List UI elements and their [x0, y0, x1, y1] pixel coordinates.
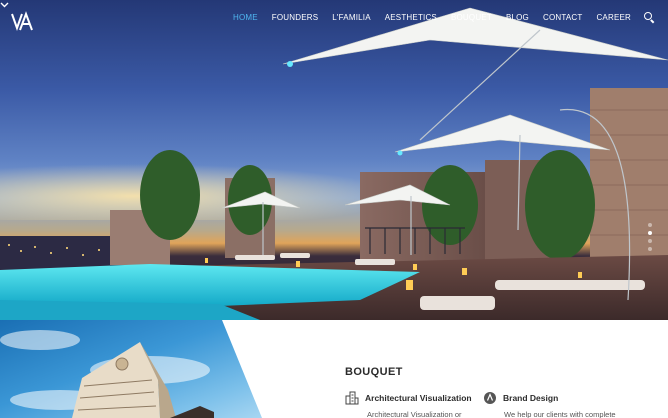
main-navigation: HOME FOUNDERS L'FAMILIA AESTHETICS BOUQU…: [219, 10, 654, 24]
section-title: BOUQUET: [345, 366, 403, 378]
service-description: Architectural Visualization or: [367, 410, 462, 418]
nav-item-blog[interactable]: BLOG: [506, 13, 529, 22]
service-brand-design[interactable]: Brand Design: [483, 391, 558, 405]
slider-dot-active[interactable]: [648, 231, 652, 235]
building-photo: [0, 320, 262, 418]
brand-icon: [484, 392, 496, 404]
nav-item-home[interactable]: HOME: [233, 13, 258, 22]
va-logo-icon: [11, 11, 33, 31]
service-title: Brand Design: [503, 393, 559, 403]
hero-rooftop-pool-image: [0, 7, 668, 320]
slider-dot[interactable]: [648, 247, 652, 251]
search-icon[interactable]: [644, 12, 654, 22]
nav-item-contact[interactable]: CONTACT: [543, 13, 582, 22]
service-description: We help our clients with complete: [504, 410, 616, 418]
nav-item-aesthetics[interactable]: AESTHETICS: [385, 13, 437, 22]
hero-banner: HOME FOUNDERS L'FAMILIA AESTHETICS BOUQU…: [0, 0, 668, 320]
brand-logo[interactable]: [11, 11, 35, 33]
nav-item-career[interactable]: CAREER: [596, 13, 631, 22]
slider-dot[interactable]: [648, 223, 652, 227]
service-title: Architectural Visualization: [365, 393, 472, 403]
slider-dot[interactable]: [648, 239, 652, 243]
nav-item-founders[interactable]: FOUNDERS: [272, 13, 319, 22]
nav-item-lfamilia[interactable]: L'FAMILIA: [332, 13, 370, 22]
building-icon: [345, 391, 359, 405]
nav-item-bouquet[interactable]: BOUQUET: [451, 13, 492, 22]
service-architectural-visualization[interactable]: Architectural Visualization: [345, 391, 472, 405]
slider-pagination: [648, 223, 652, 251]
chevron-down-icon[interactable]: [0, 0, 9, 9]
building-image: [0, 330, 214, 418]
